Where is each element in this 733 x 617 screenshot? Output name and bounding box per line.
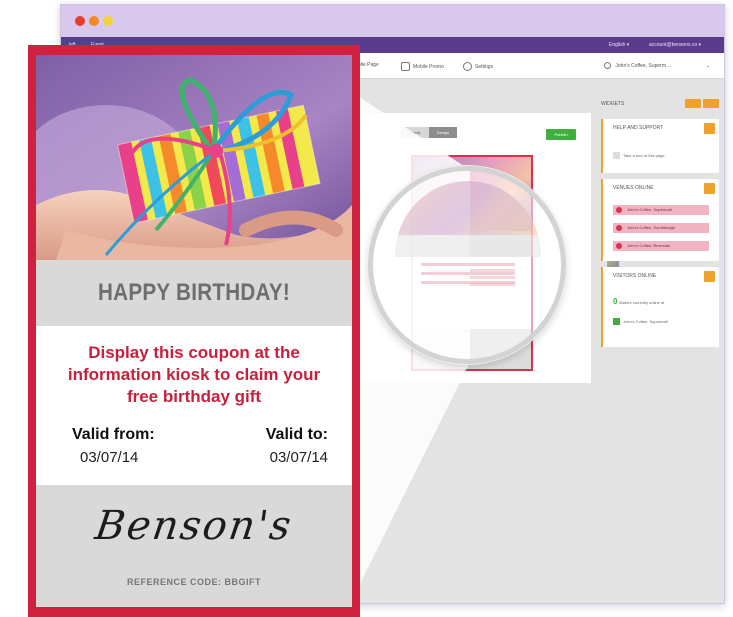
gear-icon [463, 62, 472, 71]
close-window-button[interactable] [75, 16, 85, 26]
minimize-window-button[interactable] [89, 16, 99, 26]
valid-from-date: 03/07/14 [80, 449, 139, 466]
bensons-logo: Benson's [92, 503, 296, 549]
gift-photo [36, 55, 352, 260]
visitor-venue-row[interactable]: John's Coffee, Supermall [613, 317, 668, 327]
birthday-coupon: HAPPY BIRTHDAY! Display this coupon at t… [28, 45, 360, 617]
venues-icon[interactable] [704, 183, 715, 194]
gift-illustration [36, 55, 352, 260]
help-support-widget: HELP AND SUPPORT Take a tour of this pag… [601, 119, 719, 173]
visitor-count-label: Visitors currently online at [618, 300, 665, 305]
visitors-icon[interactable] [704, 271, 715, 282]
venues-online-title: VENUES ONLINE [613, 185, 654, 191]
toolbar-settings-label: Settings [475, 63, 494, 70]
map-pin-icon [616, 243, 622, 249]
valid-from-label: Valid from: [72, 426, 155, 443]
widgets-panel: WIDGETS HELP AND SUPPORT Take a tour of … [601, 95, 724, 603]
account-menu[interactable]: account@bensons.co ▾ [649, 37, 701, 53]
venue-name: John's Coffee, Riverside [627, 243, 671, 248]
venue-selector-value: John's Coffee, Superm… [615, 63, 672, 69]
toolbar-mobile-promo[interactable]: Mobile Promo [401, 62, 444, 71]
window-titlebar [61, 5, 724, 37]
visitors-online-title: VISITORS ONLINE [613, 273, 657, 279]
take-tour-label: Take a tour of this page [623, 153, 665, 158]
coupon-message: Display this coupon at the information k… [67, 343, 321, 406]
venue-status-icon [613, 318, 620, 326]
maximize-window-button[interactable] [103, 16, 113, 26]
venue-row[interactable]: John's Coffee, Riverside [613, 241, 709, 251]
toolbar-settings[interactable]: Settings [463, 62, 493, 71]
reference-code: REFERENCE CODE: BBGIFT [126, 577, 261, 587]
heading-band: HAPPY BIRTHDAY! [36, 260, 352, 326]
venue-row[interactable]: John's Coffee, Supermall [613, 205, 709, 215]
segment-design[interactable]: Design [429, 127, 457, 138]
venue-row[interactable]: John's Coffee, Southbridge [613, 223, 709, 233]
publish-button[interactable]: Publish [546, 129, 576, 140]
venues-online-widget: VENUES ONLINE John's Coffee, Supermall J… [601, 179, 719, 261]
visitor-count: 0 [613, 297, 618, 306]
magnifier-lens [368, 166, 566, 364]
map-pin-icon [616, 207, 622, 213]
venue-name: John's Coffee, Southbridge [627, 225, 676, 230]
visitors-online-widget: VISITORS ONLINE 0 Visitors currently onl… [601, 267, 719, 347]
valid-to-label: Valid to: [265, 426, 328, 443]
language-selector[interactable]: English ▾ [609, 37, 629, 53]
venue-name: John's Coffee, Supermall [627, 207, 672, 212]
tour-icon [613, 152, 620, 160]
help-support-title: HELP AND SUPPORT [613, 125, 664, 131]
segment-mobile[interactable]: Mobile [401, 127, 429, 138]
map-pin-icon [616, 225, 622, 231]
venue-selector[interactable]: John's Coffee, Superm… ⌄ [604, 61, 714, 72]
coupon-body: Display this coupon at the information k… [36, 326, 352, 485]
widgets-add-button[interactable] [685, 99, 701, 108]
chevron-down-icon: ⌄ [705, 63, 710, 69]
promo-icon [401, 62, 410, 71]
visitor-count-row: 0 Visitors currently online at [613, 297, 664, 307]
take-tour-link[interactable]: Take a tour of this page [613, 151, 665, 161]
magnified-coupon-preview [395, 181, 541, 347]
valid-to-date: 03/07/14 [269, 449, 328, 466]
help-icon[interactable] [704, 123, 715, 134]
venue-icon [604, 62, 611, 70]
coupon-heading: HAPPY BIRTHDAY! [98, 279, 290, 306]
widgets-settings-button[interactable] [703, 99, 719, 108]
widgets-title: WIDGETS [601, 101, 625, 107]
visitor-venue-name: John's Coffee, Supermall [623, 319, 668, 324]
coupon-footer: Benson's REFERENCE CODE: BBGIFT [36, 485, 352, 607]
toolbar-mobile-promo-label: Mobile Promo [413, 63, 444, 70]
